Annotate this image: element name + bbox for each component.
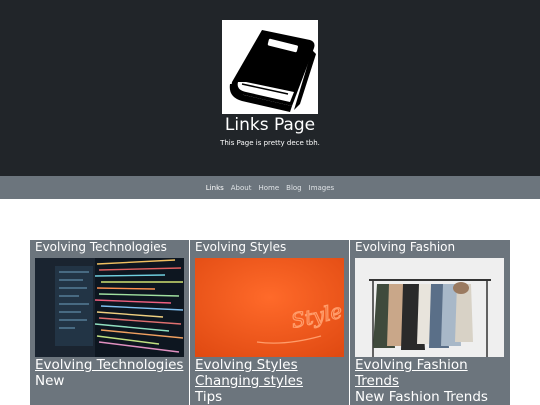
link-evolving-styles[interactable]: Evolving Styles xyxy=(195,357,345,373)
page-tagline: This Page is pretty dece tbh. xyxy=(220,139,320,147)
nav-blog[interactable]: Blog xyxy=(286,183,301,193)
card-links: Evolving Styles Changing styles Tips xyxy=(195,357,345,405)
card-text: New xyxy=(35,373,65,389)
card-heading: Evolving Technologies xyxy=(35,240,167,254)
link-evolving-technologies[interactable]: Evolving Technologies xyxy=(35,357,185,373)
book-icon xyxy=(222,20,318,114)
card-heading: Evolving Fashion xyxy=(355,240,456,254)
top-nav: Links About Home Blog Images xyxy=(0,176,540,199)
nav-images[interactable]: Images xyxy=(309,183,335,193)
code-screen-image xyxy=(35,258,184,357)
card-grid: Evolving Technologies Evolving Technolog… xyxy=(30,240,510,405)
clothing-rack-image xyxy=(355,258,504,357)
card-fashion: Evolving Fashion Evolving Fashion Trends… xyxy=(350,240,510,405)
orange-style-fabric-image: Style xyxy=(195,258,344,357)
card-styles: Evolving Styles Style Evolving Styles Ch… xyxy=(190,240,350,405)
nav-home[interactable]: Home xyxy=(258,183,279,193)
site-header: Links Page This Page is pretty dece tbh. xyxy=(0,0,540,176)
nav-about[interactable]: About xyxy=(231,183,252,193)
link-changing-styles[interactable]: Changing styles xyxy=(195,373,345,389)
logo xyxy=(222,20,318,114)
card-text: New Fashion Trends xyxy=(355,389,488,405)
page-title: Links Page xyxy=(224,115,316,135)
card-heading: Evolving Styles xyxy=(195,240,287,254)
card-technologies: Evolving Technologies Evolving Technolog… xyxy=(30,240,190,405)
card-text: Tips xyxy=(195,389,223,405)
card-links: Evolving Fashion Trends New Fashion Tren… xyxy=(355,357,505,405)
card-links: Evolving Technologies New xyxy=(35,357,185,389)
nav-links[interactable]: Links xyxy=(206,183,224,193)
link-evolving-fashion-trends[interactable]: Evolving Fashion Trends xyxy=(355,357,505,389)
